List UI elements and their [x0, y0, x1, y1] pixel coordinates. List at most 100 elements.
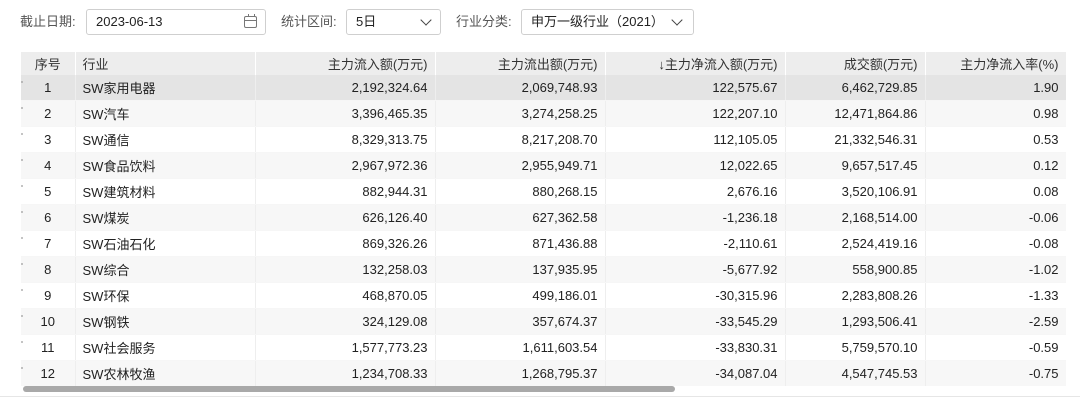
table-row[interactable]: 12 SW农林牧渔 1,234,708.33 1,268,795.37 -34,087.… [21, 360, 1066, 386]
row-index: 6 [21, 204, 76, 231]
table-row[interactable]: 2 SW汽车 3,396,465.35 3,274,258.25 122,207.10 1… [21, 100, 1066, 127]
calendar-icon[interactable] [244, 14, 257, 28]
table-row[interactable]: 3 SW通信 8,329,313.75 8,217,208.70 112,105.05 2… [21, 126, 1066, 153]
row-index: 9 [21, 282, 76, 309]
row-net-inflow-rate: 0.12 [925, 152, 1066, 179]
col-header-index[interactable]: 序号 [21, 52, 76, 75]
row-index: 3 [21, 126, 76, 153]
row-outflow: 871,436.88 [435, 230, 606, 257]
row-inflow: 324,129.08 [255, 308, 436, 335]
row-inflow: 1,577,773.23 [255, 334, 436, 361]
row-net-inflow: -1,236.18 [605, 204, 786, 231]
row-net-inflow: -30,315.96 [605, 282, 786, 309]
row-industry: SW建筑材料 [75, 178, 256, 205]
row-net-inflow-rate: 0.53 [925, 126, 1066, 153]
row-net-inflow: -33,830.31 [605, 334, 786, 361]
row-index: 8 [21, 256, 76, 283]
row-inflow: 3,396,465.35 [255, 100, 436, 127]
row-net-inflow-rate: -0.75 [925, 360, 1066, 386]
period-select[interactable]: 5日 [346, 9, 441, 35]
row-net-inflow-rate: -0.08 [925, 230, 1066, 257]
row-net-inflow: 122,207.10 [605, 100, 786, 127]
row-turnover: 6,462,729.85 [785, 75, 926, 101]
row-turnover: 1,293,506.41 [785, 308, 926, 335]
row-net-inflow: 2,676.16 [605, 178, 786, 205]
industry-flow-table: 序号 行业 主力流入额(万元) 主力流出额(万元) ↓主力净流入额(万元) 成交… [21, 52, 1066, 386]
filter-bar: 截止日期: 2023-06-13 统计区间: 5日 行业分类: 申万一级行业（2… [0, 0, 1080, 44]
row-outflow: 1,611,603.54 [435, 334, 606, 361]
col-header-outflow[interactable]: 主力流出额(万元) [435, 52, 606, 75]
row-outflow: 1,268,795.37 [435, 360, 606, 386]
row-industry: SW煤炭 [75, 204, 256, 231]
category-value: 申万一级行业（2021） [531, 14, 664, 29]
row-industry: SW综合 [75, 256, 256, 283]
table-row[interactable]: 10 SW钢铁 324,129.08 357,674.37 -33,545.29 1,29… [21, 308, 1066, 335]
horizontal-scrollbar[interactable] [21, 385, 1066, 393]
row-outflow: 3,274,258.25 [435, 100, 606, 127]
row-inflow: 2,967,972.36 [255, 152, 436, 179]
row-outflow: 137,935.95 [435, 256, 606, 283]
table-row[interactable]: 4 SW食品饮料 2,967,972.36 2,955,949.71 12,022.65… [21, 152, 1066, 179]
row-net-inflow: 122,575.67 [605, 75, 786, 101]
row-net-inflow-rate: 0.98 [925, 100, 1066, 127]
row-outflow: 357,674.37 [435, 308, 606, 335]
row-index: 11 [21, 334, 76, 361]
row-net-inflow: -2,110.61 [605, 230, 786, 257]
row-inflow: 882,944.31 [255, 178, 436, 205]
row-net-inflow-rate: -0.59 [925, 334, 1066, 361]
period-label: 统计区间: [281, 14, 337, 29]
table-row[interactable]: 9 SW环保 468,870.05 499,186.01 -30,315.96 2,283… [21, 282, 1066, 309]
table-row[interactable]: 6 SW煤炭 626,126.40 627,362.58 -1,236.18 2,168,… [21, 204, 1066, 231]
table-row[interactable]: 7 SW石油石化 869,326.26 871,436.88 -2,110.61 2,52… [21, 230, 1066, 257]
category-select[interactable]: 申万一级行业（2021） [521, 9, 694, 35]
col-header-industry[interactable]: 行业 [75, 52, 256, 75]
row-net-inflow: 112,105.05 [605, 126, 786, 153]
chevron-down-icon [671, 14, 683, 26]
row-index: 12 [21, 360, 76, 386]
date-label: 截止日期: [20, 14, 76, 29]
table-row[interactable]: 5 SW建筑材料 882,944.31 880,268.15 2,676.16 3,520… [21, 178, 1066, 205]
row-outflow: 627,362.58 [435, 204, 606, 231]
row-outflow: 2,955,949.71 [435, 152, 606, 179]
col-header-net-inflow-rate[interactable]: 主力净流入率(%) [925, 52, 1066, 75]
row-industry: SW汽车 [75, 100, 256, 127]
row-turnover: 2,283,808.26 [785, 282, 926, 309]
row-drag-handles [21, 81, 23, 369]
row-net-inflow-rate: -0.06 [925, 204, 1066, 231]
table-row[interactable]: 11 SW社会服务 1,577,773.23 1,611,603.54 -33,830.… [21, 334, 1066, 361]
row-industry: SW石油石化 [75, 230, 256, 257]
row-inflow: 468,870.05 [255, 282, 436, 309]
row-net-inflow-rate: 1.90 [925, 75, 1066, 101]
col-header-net-inflow-sorted[interactable]: ↓主力净流入额(万元) [605, 52, 786, 75]
col-header-inflow[interactable]: 主力流入额(万元) [255, 52, 436, 75]
row-net-inflow-rate: -2.59 [925, 308, 1066, 335]
row-outflow: 2,069,748.93 [435, 75, 606, 101]
table-row[interactable]: 1 SW家用电器 2,192,324.64 2,069,748.93 122,575.6… [21, 75, 1066, 101]
row-industry: SW环保 [75, 282, 256, 309]
row-outflow: 499,186.01 [435, 282, 606, 309]
row-outflow: 880,268.15 [435, 178, 606, 205]
row-index: 1 [21, 75, 76, 101]
period-value: 5日 [356, 14, 377, 29]
row-turnover: 21,332,546.31 [785, 126, 926, 153]
row-industry: SW社会服务 [75, 334, 256, 361]
row-industry: SW家用电器 [75, 75, 256, 101]
row-inflow: 626,126.40 [255, 204, 436, 231]
date-picker-input[interactable]: 2023-06-13 [86, 9, 266, 35]
date-value: 2023-06-13 [96, 14, 163, 29]
divider [0, 396, 1080, 397]
row-index: 2 [21, 100, 76, 127]
chevron-down-icon [420, 14, 432, 26]
row-inflow: 8,329,313.75 [255, 126, 436, 153]
table-row[interactable]: 8 SW综合 132,258.03 137,935.95 -5,677.92 558,90… [21, 256, 1066, 283]
row-net-inflow-rate: 0.08 [925, 178, 1066, 205]
row-industry: SW钢铁 [75, 308, 256, 335]
row-turnover: 9,657,517.45 [785, 152, 926, 179]
row-net-inflow: 12,022.65 [605, 152, 786, 179]
scrollbar-thumb[interactable] [23, 386, 675, 392]
row-inflow: 132,258.03 [255, 256, 436, 283]
col-header-turnover[interactable]: 成交额(万元) [785, 52, 926, 75]
row-net-inflow: -5,677.92 [605, 256, 786, 283]
category-label: 行业分类: [456, 14, 512, 29]
row-turnover: 3,520,106.91 [785, 178, 926, 205]
